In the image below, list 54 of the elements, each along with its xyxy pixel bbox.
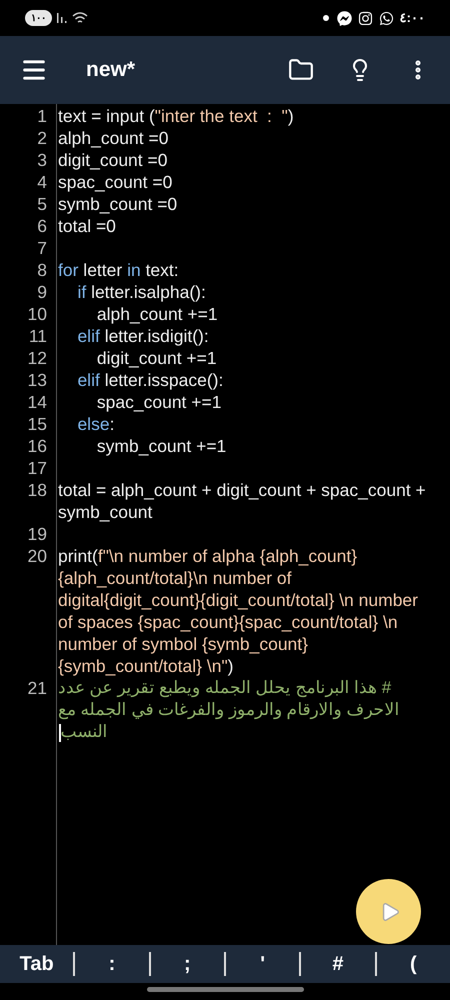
key-button[interactable]: # [301, 945, 375, 983]
key-button[interactable]: ( [376, 945, 450, 983]
wifi-icon [72, 11, 90, 25]
camera-icon [358, 10, 373, 26]
key-button[interactable]: ; [150, 945, 224, 983]
key-button[interactable]: ' [226, 945, 300, 983]
line-number: 12 [26, 347, 48, 369]
code-line: for letter in text: [58, 259, 180, 281]
line-number: 2 [36, 127, 48, 149]
line-number: 13 [26, 369, 48, 391]
line-number: 18 [26, 479, 48, 502]
battery-indicator: ١٠٠ [25, 10, 52, 26]
line-number: 10 [26, 303, 48, 325]
code-line: digit_count =0 [58, 149, 168, 171]
code-line: # هذا البرنامج يحلل الجمله ويطبع تقرير عن عدد الاحرف والارقام والرموز والفرغات في الجمله مع النسب [58, 677, 400, 743]
folder-icon[interactable] [288, 57, 314, 83]
file-title: new* [86, 57, 136, 84]
signal-icon [57, 13, 69, 23]
line-number: 3 [36, 149, 48, 171]
code-line: elif letter.isspace(): [76, 369, 224, 391]
code-line: if letter.isalpha(): [76, 281, 207, 303]
line-number: 16 [26, 435, 48, 457]
code-line: print(f"\n number of alpha {alph_count}{alph_count/total}\n number of digital{digit_count}{digit_count/total} \n number of spaces {spac_count}{spac_count/total} \n number of symbol {symb_count}{symb_count/total} \n") [58, 545, 419, 677]
chat-bubble-icon [336, 10, 352, 26]
code-line: spac_count =0 [58, 171, 174, 193]
phone-bubble-icon [378, 10, 394, 26]
line-number: 17 [26, 457, 48, 479]
line-number: 14 [26, 391, 48, 413]
code-line: elif letter.isdigit(): [76, 325, 210, 347]
code-line: else: [76, 413, 116, 435]
line-number: 15 [26, 413, 48, 435]
code-line: alph_count =0 [58, 127, 170, 149]
code-line: symb_count =0 [58, 193, 178, 215]
code-line: alph_count +=1 [96, 303, 219, 325]
code-line: text = input ("inter the text : ") [58, 105, 295, 127]
code-line: total =0 [58, 215, 117, 237]
line-number: 8 [36, 259, 48, 281]
code-line: spac_count +=1 [96, 391, 222, 413]
key-button[interactable]: : [75, 945, 149, 983]
line-number: 20 [26, 545, 48, 568]
line-number: 7 [36, 237, 48, 259]
code-line: symb_count +=1 [96, 435, 228, 457]
line-number: 9 [36, 281, 48, 303]
code-line: total = alph_count + digit_count + spac_count + symb_count [58, 479, 427, 523]
line-number: 11 [28, 325, 48, 347]
line-number: 6 [36, 215, 48, 237]
line-number: 5 [36, 193, 48, 215]
line-number: 1 [36, 105, 48, 127]
code-line: digit_count +=1 [96, 347, 218, 369]
line-number: 19 [26, 523, 48, 545]
line-number: 4 [36, 171, 48, 193]
line-number: 21 [26, 677, 48, 700]
clock-time: ٤:٠٠ [400, 9, 425, 28]
key-button[interactable]: Tab [0, 945, 74, 983]
